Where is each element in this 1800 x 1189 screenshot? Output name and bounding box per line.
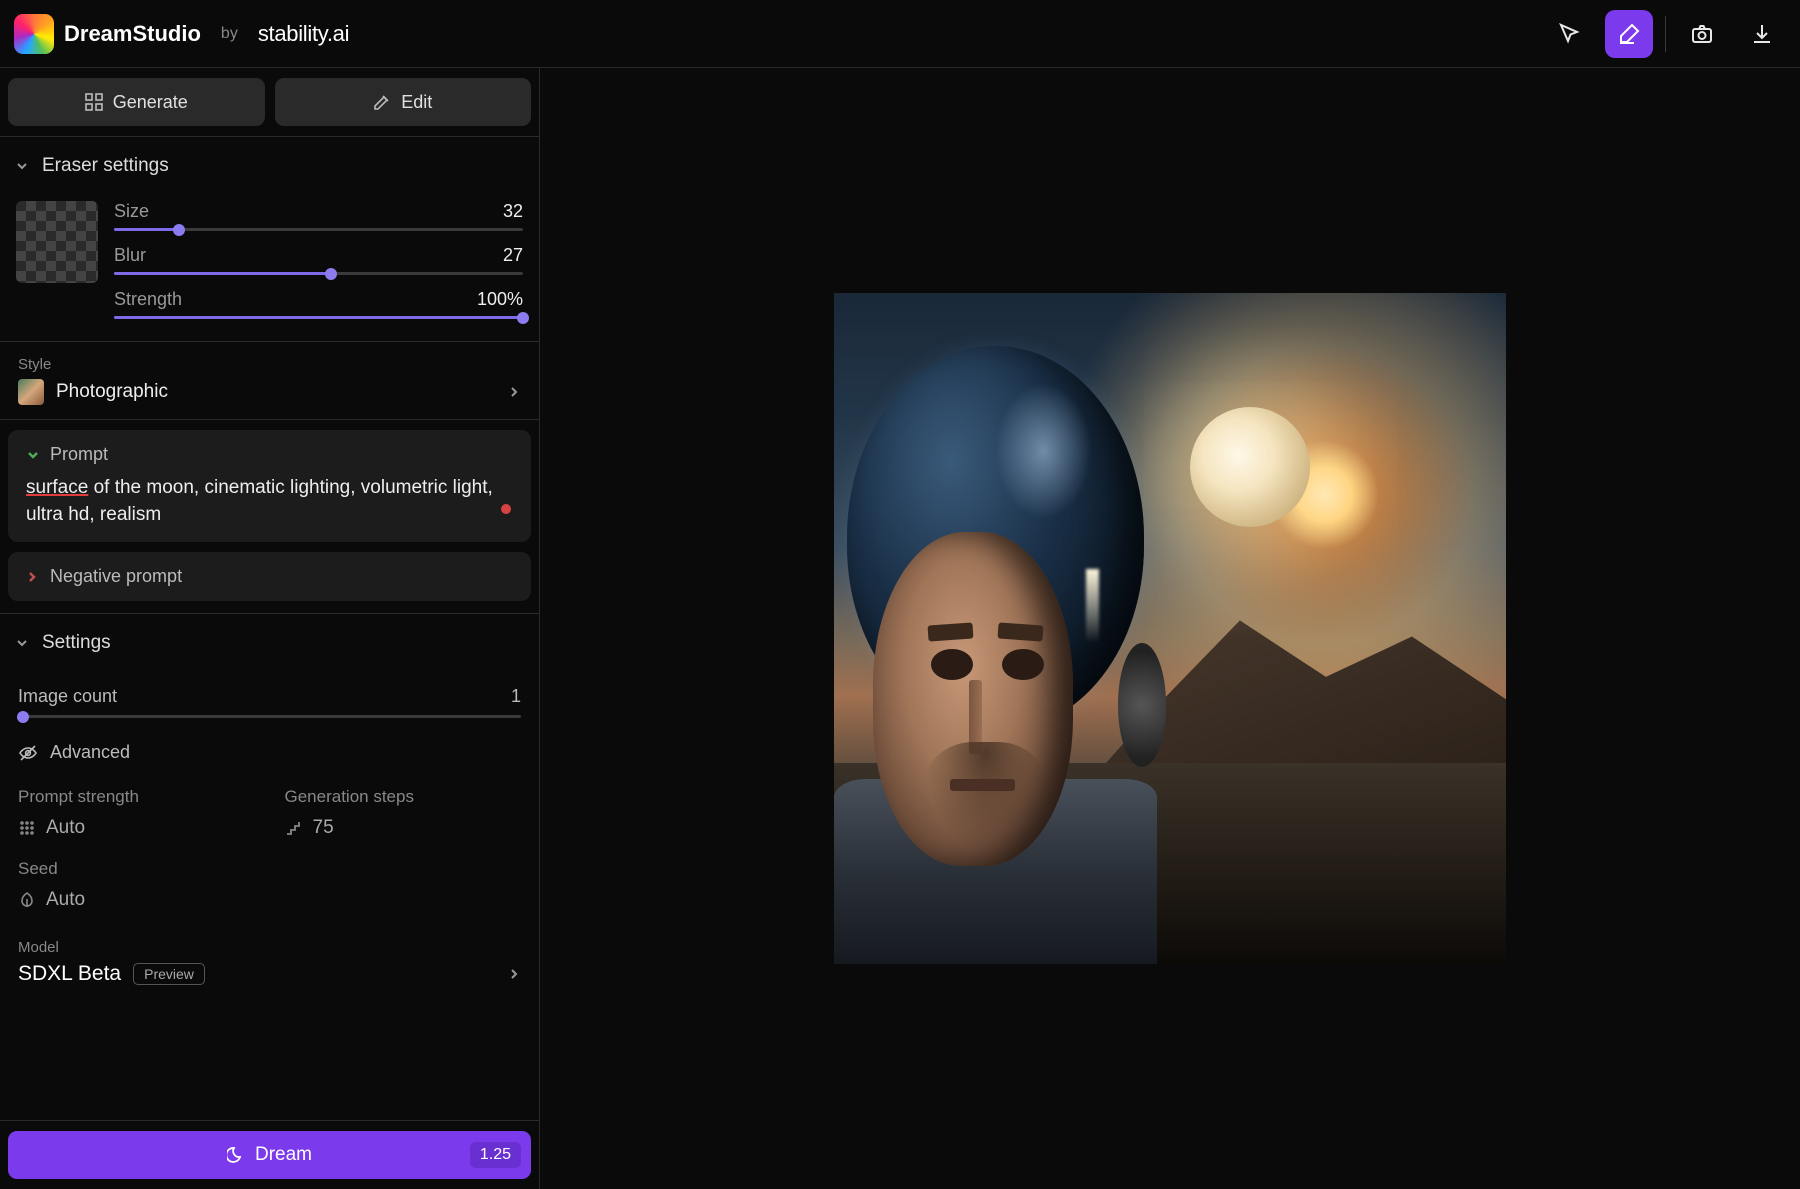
chevron-right-icon — [507, 385, 521, 399]
model-badge: Preview — [133, 963, 205, 985]
blur-slider[interactable] — [114, 272, 523, 275]
seed-icon — [18, 891, 36, 909]
size-slider[interactable] — [114, 228, 523, 231]
negative-prompt-title: Negative prompt — [50, 566, 182, 587]
sidebar: Generate Edit Eraser settings Size — [0, 68, 540, 1189]
top-tools — [1545, 10, 1786, 58]
image-count-slider[interactable] — [18, 715, 521, 718]
by-text: by — [221, 25, 238, 43]
style-thumb-icon — [18, 379, 44, 405]
pointer-tool-button[interactable] — [1545, 10, 1593, 58]
chevron-down-icon — [14, 158, 30, 174]
negative-prompt-toggle[interactable]: Negative prompt — [8, 552, 531, 601]
chevron-down-icon — [26, 448, 40, 462]
model-label: Model — [18, 939, 521, 956]
model-selector[interactable]: SDXL Beta Preview — [18, 962, 521, 986]
prompt-text[interactable]: surface of the moon, cinematic lighting,… — [26, 475, 513, 528]
edit-icon — [373, 93, 391, 111]
gen-steps-label: Generation steps — [285, 787, 522, 807]
chevron-right-icon — [507, 967, 521, 981]
size-label: Size — [114, 201, 149, 222]
edit-mode-button[interactable]: Edit — [275, 78, 532, 126]
chevron-right-icon — [26, 571, 38, 583]
eraser-settings-toggle[interactable]: Eraser settings — [0, 137, 539, 195]
prompt-toggle[interactable]: Prompt — [26, 444, 513, 465]
strength-label: Strength — [114, 289, 182, 310]
advanced-toggle[interactable]: Advanced — [18, 742, 521, 763]
size-value: 32 — [503, 201, 523, 222]
app-logo-icon — [14, 14, 54, 54]
brush-preview — [16, 201, 98, 283]
prompt-strength-label: Prompt strength — [18, 787, 255, 807]
image-count-value: 1 — [511, 686, 521, 707]
chevron-down-icon — [14, 635, 30, 651]
strength-value: 100% — [477, 289, 523, 310]
eraser-settings-title: Eraser settings — [42, 155, 169, 177]
eye-off-icon — [18, 743, 38, 763]
camera-button[interactable] — [1678, 10, 1726, 58]
grid-icon — [85, 93, 103, 111]
download-button[interactable] — [1738, 10, 1786, 58]
blur-value: 27 — [503, 245, 523, 266]
topbar: DreamStudio by stability.ai — [0, 0, 1800, 68]
generate-mode-button[interactable]: Generate — [8, 78, 265, 126]
style-selector[interactable]: Photographic — [18, 379, 521, 405]
logo-group: DreamStudio by stability.ai — [14, 14, 349, 54]
generate-label: Generate — [113, 92, 188, 113]
image-count-label: Image count — [18, 686, 117, 707]
strength-slider[interactable] — [114, 316, 523, 319]
blur-label: Blur — [114, 245, 146, 266]
advanced-label: Advanced — [50, 742, 130, 763]
gen-steps-value[interactable]: 75 — [285, 817, 522, 839]
dream-credits: 1.25 — [470, 1142, 521, 1168]
settings-toggle[interactable]: Settings — [0, 614, 539, 672]
style-name: Photographic — [56, 381, 168, 403]
sliders-icon — [18, 819, 36, 837]
prompt-box[interactable]: Prompt surface of the moon, cinematic li… — [8, 430, 531, 542]
dream-label: Dream — [255, 1144, 312, 1166]
style-label: Style — [18, 356, 521, 373]
tool-divider — [1665, 16, 1666, 52]
edit-label: Edit — [401, 92, 432, 113]
model-name: SDXL Beta — [18, 962, 121, 986]
seed-label: Seed — [18, 859, 255, 879]
generated-image[interactable] — [834, 293, 1506, 965]
settings-title: Settings — [42, 632, 111, 654]
steps-icon — [285, 819, 303, 837]
prompt-weight-dot[interactable] — [501, 504, 511, 514]
prompt-strength-value[interactable]: Auto — [18, 817, 255, 839]
app-name: DreamStudio — [64, 21, 201, 47]
eraser-tool-button[interactable] — [1605, 10, 1653, 58]
canvas[interactable] — [540, 68, 1800, 1189]
company-name: stability.ai — [258, 21, 349, 47]
moon-icon — [227, 1146, 245, 1164]
seed-value[interactable]: Auto — [18, 889, 255, 911]
prompt-title: Prompt — [50, 444, 108, 465]
dream-button[interactable]: Dream 1.25 — [8, 1131, 531, 1179]
